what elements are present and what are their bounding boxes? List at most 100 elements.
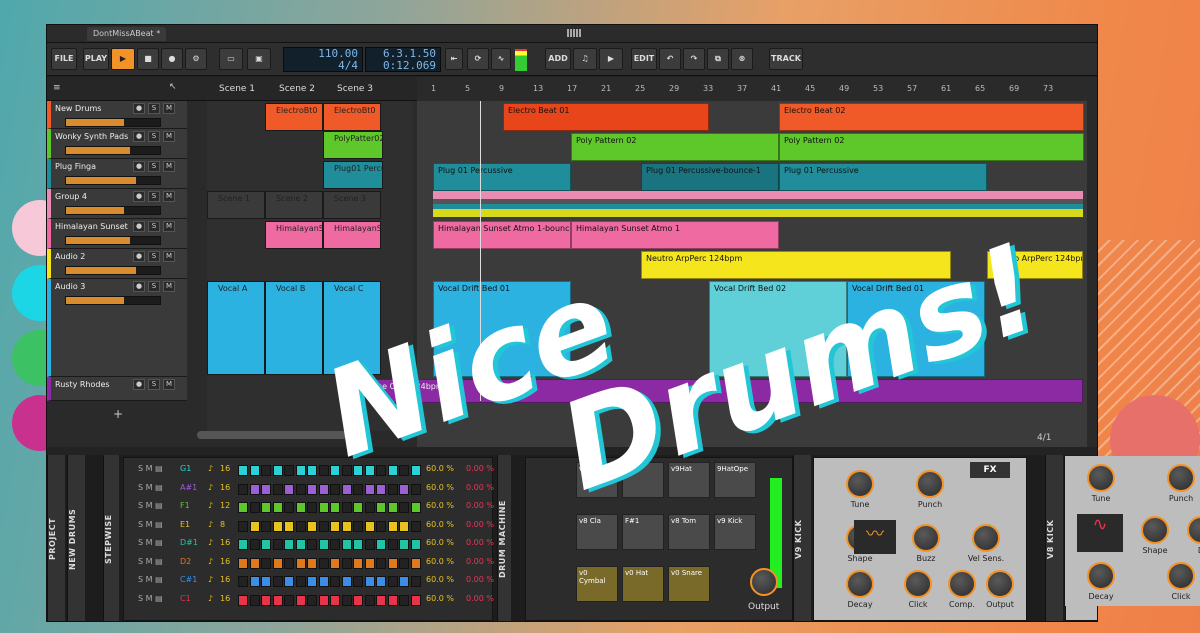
record-arm-button[interactable]: ● [133, 161, 145, 172]
volume-fader[interactable] [65, 266, 161, 275]
step-cell[interactable] [307, 594, 317, 606]
row-controls[interactable]: S M ▤ [138, 538, 163, 547]
step-cell[interactable] [376, 594, 386, 606]
delete-icon[interactable]: ⊗ [731, 48, 753, 70]
row-controls[interactable]: S M ▤ [138, 520, 163, 529]
volume-fader[interactable] [65, 296, 161, 305]
horizontal-scrollbar[interactable] [197, 431, 347, 439]
undo-icon[interactable]: ↶ [659, 48, 681, 70]
v9-knob[interactable] [972, 524, 1000, 552]
step-cell[interactable] [238, 539, 248, 550]
step-cell[interactable] [295, 576, 306, 587]
step-cell[interactable] [284, 594, 294, 606]
clip-slot[interactable]: Plug01 Percu [323, 161, 383, 189]
keyboard-icon[interactable]: ♫ [573, 48, 597, 70]
track-button[interactable]: TRACK [769, 48, 803, 70]
step-cell[interactable] [284, 520, 294, 532]
mute-button[interactable]: M [163, 103, 175, 114]
step-cell[interactable] [318, 465, 329, 476]
track-header[interactable]: Wonky Synth Pads ● S M [47, 129, 187, 159]
v8-knob[interactable] [1187, 516, 1200, 544]
edit-button[interactable]: EDIT [631, 48, 657, 70]
clip-slot[interactable]: ElectroBt0 [323, 103, 381, 131]
step-cell[interactable] [364, 539, 375, 550]
add-track-icon[interactable]: + [113, 407, 123, 421]
step-cell[interactable] [318, 483, 329, 495]
step-cell[interactable] [330, 520, 340, 532]
position-display[interactable]: 6.3.1.50 0:12.069 [365, 47, 441, 72]
step-cell[interactable] [341, 483, 352, 495]
step-cell[interactable] [341, 557, 352, 569]
clip-slot-vocal[interactable]: Vocal A [207, 281, 265, 375]
step-cell[interactable] [353, 502, 363, 513]
play-button[interactable]: ▶ [111, 48, 135, 70]
mute-button[interactable]: M [163, 251, 175, 262]
row-controls[interactable]: S M ▤ [138, 594, 163, 603]
v9-knob[interactable] [904, 570, 932, 598]
track-header[interactable]: Audio 2 ● S M [47, 249, 187, 279]
volume-fader[interactable] [65, 146, 161, 155]
punch-icon[interactable]: ⇤ [445, 48, 463, 70]
track-header[interactable]: Audio 3 ● S M [47, 279, 187, 377]
timeline-ruler[interactable]: 1 5 9 13 17 21 25 29 33 37 41 45 49 53 57 61 65 69 73 [417, 77, 1097, 101]
record-arm-button[interactable]: ● [133, 191, 145, 202]
clip-slot[interactable]: ElectroBt0 [265, 103, 323, 131]
step-cell[interactable] [272, 465, 283, 476]
step-cell[interactable] [330, 557, 340, 569]
step-cell[interactable] [307, 539, 317, 550]
tempo-display[interactable]: 110.00 4/4 [283, 47, 363, 72]
scene-header-1[interactable]: Scene 1 [219, 84, 255, 94]
step-cell[interactable] [330, 594, 340, 606]
step-cell[interactable] [272, 539, 283, 550]
v8-kick-tab[interactable]: V8 KICK [1045, 455, 1063, 621]
step-cell[interactable] [295, 557, 306, 569]
step-cell[interactable] [295, 539, 306, 550]
mute-button[interactable]: M [163, 221, 175, 232]
step-cell[interactable] [249, 465, 260, 476]
track-header[interactable]: New Drums ● S M [47, 101, 187, 129]
step-cell[interactable] [330, 483, 340, 495]
step-cell[interactable] [249, 483, 260, 495]
groove-icon[interactable]: ∿ [491, 48, 511, 70]
step-cell[interactable] [295, 465, 306, 476]
arranger-clip[interactable]: Electro Beat 01 [503, 103, 709, 131]
step-cell[interactable] [318, 539, 329, 550]
solo-button[interactable]: S [148, 251, 160, 262]
step-cell[interactable] [249, 539, 260, 550]
step-cell[interactable] [238, 594, 248, 606]
step-cell[interactable] [261, 576, 271, 587]
stepwise-tab[interactable]: STEPWISE [103, 455, 119, 621]
file-menu-button[interactable]: FILE [51, 48, 77, 70]
menu-icon[interactable]: ≡ [53, 83, 61, 93]
step-cell[interactable] [307, 483, 317, 495]
drum-pad[interactable]: v0 Hat [622, 566, 664, 602]
v8-knob[interactable] [1141, 516, 1169, 544]
step-cell[interactable] [272, 557, 283, 569]
step-cell[interactable] [318, 502, 329, 513]
arranger-clip[interactable]: Plug 01 Percussive [433, 163, 571, 191]
step-cell[interactable] [330, 502, 340, 513]
step-cell[interactable] [399, 576, 409, 587]
step-cell[interactable] [249, 576, 260, 587]
step-cell[interactable] [353, 557, 363, 569]
record-arm-button[interactable]: ● [133, 103, 145, 114]
arranger-clip[interactable]: Plug 01 Percussive-bounce-1 [641, 163, 779, 191]
step-cell[interactable] [272, 502, 283, 513]
step-cell[interactable] [307, 465, 317, 476]
row-controls[interactable]: S M ▤ [138, 557, 163, 566]
step-cell[interactable] [249, 557, 260, 569]
project-tab[interactable]: PROJECT [47, 455, 65, 621]
volume-fader[interactable] [65, 176, 161, 185]
automation-icon[interactable]: ⚙ [185, 48, 207, 70]
v9-knob[interactable] [846, 570, 874, 598]
step-cell[interactable] [272, 576, 283, 587]
mute-button[interactable]: M [163, 131, 175, 142]
record-arm-button[interactable]: ● [133, 131, 145, 142]
step-cell[interactable] [341, 520, 352, 532]
row-controls[interactable]: S M ▤ [138, 501, 163, 510]
arranger-clip[interactable]: Himalayan Sunset Atmo 1-bounce-1 [433, 221, 571, 249]
step-cell[interactable] [295, 520, 306, 532]
volume-fader[interactable] [65, 236, 161, 245]
step-cell[interactable] [295, 483, 306, 495]
step-cell[interactable] [364, 576, 375, 587]
